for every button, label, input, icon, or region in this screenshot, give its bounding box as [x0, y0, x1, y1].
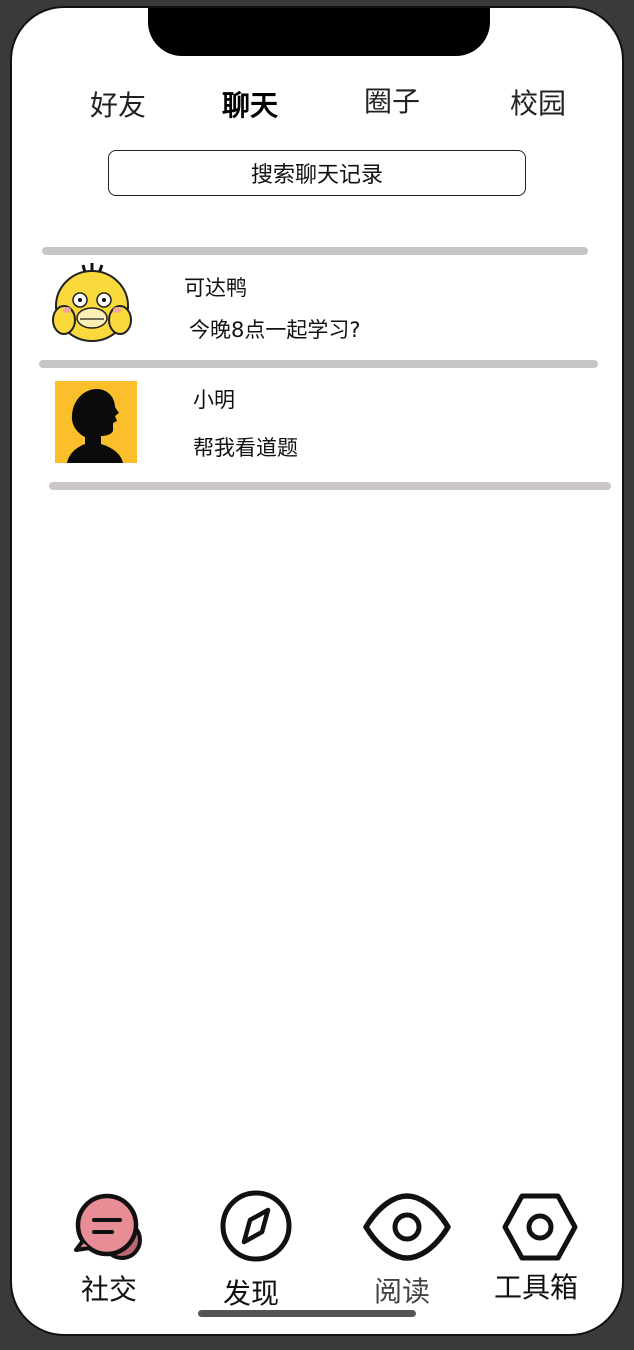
tab-friends[interactable]: 好友 [90, 84, 146, 124]
nav-label-read: 阅读 [374, 1275, 431, 1308]
tab-campus[interactable]: 校园 [510, 82, 566, 122]
top-tab-bar: 好友 聊天 圈子 校园 [12, 78, 622, 122]
chat-bubble-icon [74, 1193, 142, 1260]
nav-label-toolbox: 工具箱 [494, 1271, 579, 1304]
divider [42, 247, 588, 255]
psyduck-avatar [50, 262, 134, 344]
notch [148, 8, 490, 56]
chat-contact-name: 小明 [193, 388, 235, 412]
divider [49, 482, 611, 490]
nav-label-discover: 发现 [223, 1277, 280, 1310]
chat-last-message: 今晚8点一起学习? [189, 318, 361, 342]
nav-label-social: 社交 [81, 1273, 138, 1306]
eye-icon [363, 1193, 451, 1261]
phone-frame: 好友 聊天 圈子 校园 搜索聊天记录 可达鸭 今晚8点一起学习? 小明 帮我看道… [10, 6, 624, 1336]
tab-chat[interactable]: 聊天 [222, 84, 278, 124]
silhouette-avatar [55, 381, 137, 463]
divider [39, 360, 598, 368]
chat-contact-name: 可达鸭 [184, 276, 247, 300]
tab-circle[interactable]: 圈子 [364, 80, 420, 120]
search-chat-history-button[interactable]: 搜索聊天记录 [108, 150, 526, 196]
compass-icon [220, 1190, 292, 1262]
chat-last-message: 帮我看道题 [193, 436, 298, 460]
home-indicator [198, 1310, 416, 1317]
hex-nut-icon [502, 1193, 578, 1261]
